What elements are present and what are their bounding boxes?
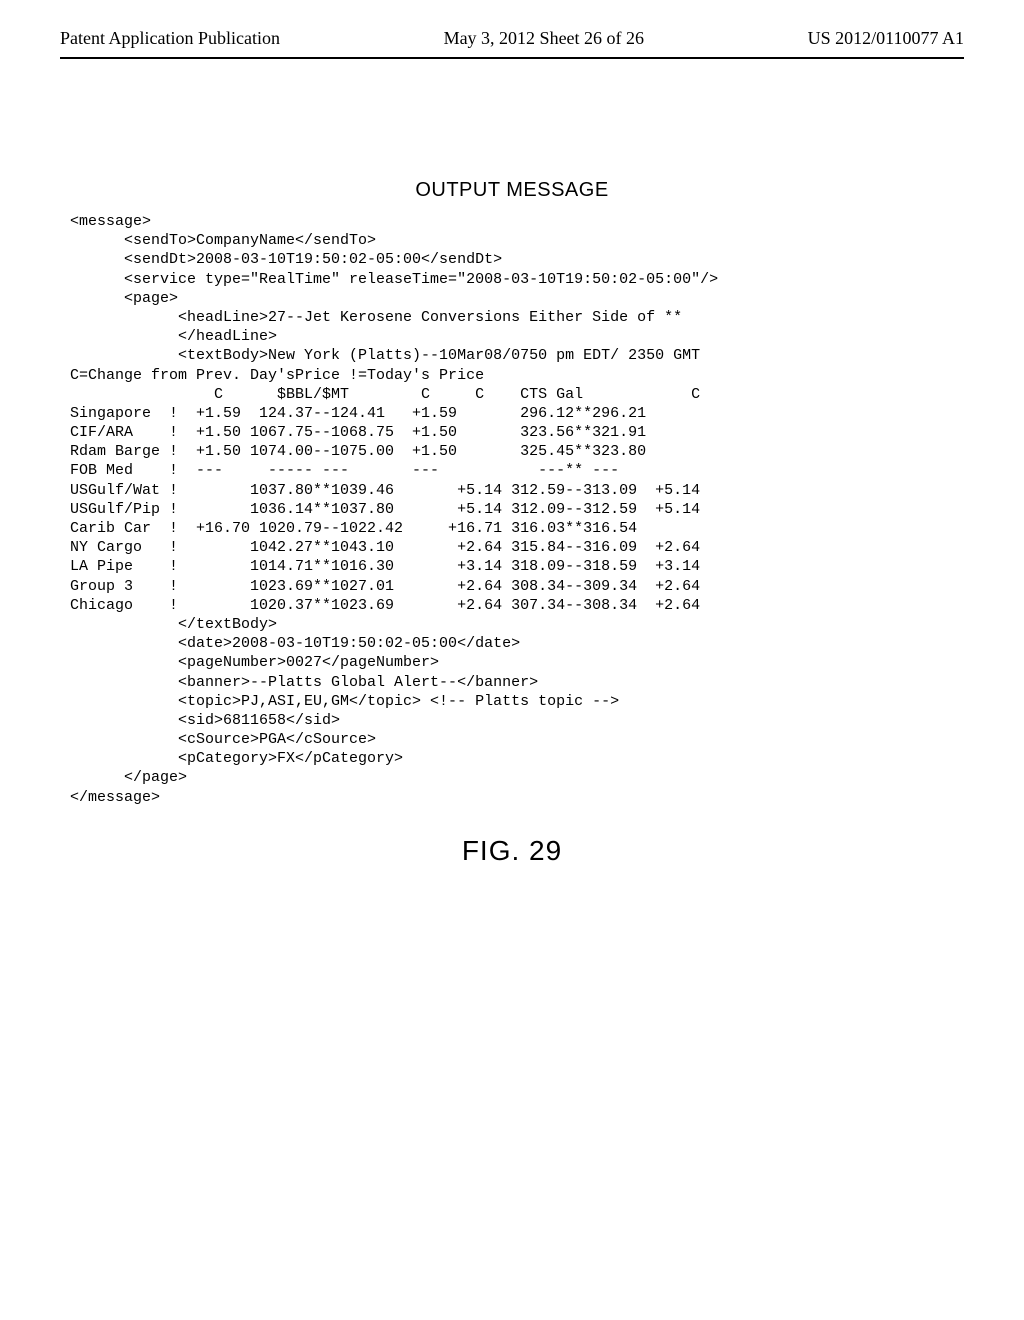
page-content: OUTPUT MESSAGE <message> <sendTo>Company… bbox=[0, 59, 1024, 867]
header-left: Patent Application Publication bbox=[60, 28, 280, 49]
page-header: Patent Application Publication May 3, 20… bbox=[0, 0, 1024, 55]
header-right: US 2012/0110077 A1 bbox=[808, 28, 964, 49]
figure-label: FIG. 29 bbox=[70, 835, 954, 867]
xml-code-block: <message> <sendTo>CompanyName</sendTo> <… bbox=[70, 212, 954, 807]
header-center: May 3, 2012 Sheet 26 of 26 bbox=[444, 28, 644, 49]
output-message-title: OUTPUT MESSAGE bbox=[70, 179, 954, 202]
